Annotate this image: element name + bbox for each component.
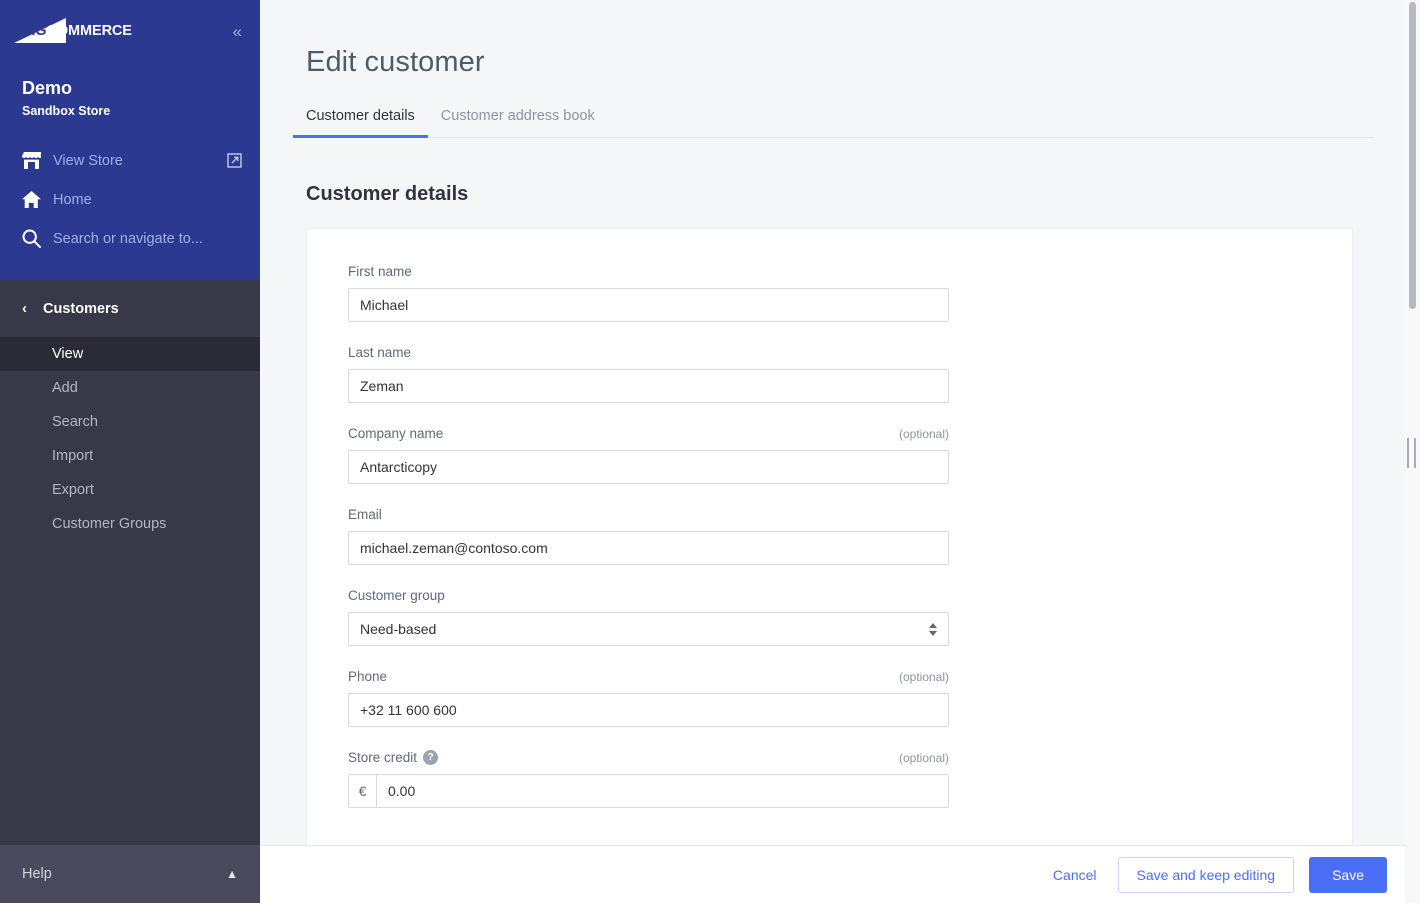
sidebar-item-add[interactable]: Add — [0, 371, 260, 405]
store-name: Demo — [22, 78, 73, 98]
field-last-name: Last name — [348, 345, 1311, 403]
field-company-name: Company name (optional) — [348, 426, 1311, 484]
resize-handle-bar — [1407, 438, 1409, 468]
external-link-icon — [227, 153, 242, 168]
sidebar-item-home[interactable]: Home — [0, 180, 260, 219]
nav-item-label: Search — [52, 414, 98, 430]
save-button[interactable]: Save — [1309, 856, 1387, 893]
optional-tag: (optional) — [898, 669, 949, 684]
field-phone: Phone (optional) — [348, 669, 1311, 727]
main-content: Edit customer Customer details Customer … — [260, 0, 1420, 903]
tab-customer-address-book[interactable]: Customer address book — [428, 108, 608, 138]
action-bar: Cancel Save and keep editing Save — [260, 845, 1420, 903]
store-subtitle: Sandbox Store — [22, 104, 111, 118]
nav-item-label: Export — [52, 482, 94, 498]
home-icon — [22, 190, 46, 210]
save-and-keep-editing-button[interactable]: Save and keep editing — [1117, 856, 1295, 893]
field-label-row: Store credit ? (optional) — [348, 750, 949, 765]
resize-handle-bar — [1414, 438, 1416, 468]
sidebar-item-import[interactable]: Import — [0, 439, 260, 473]
field-label: Last name — [348, 345, 412, 360]
field-label-row: Phone (optional) — [348, 669, 949, 684]
field-label-row: Company name (optional) — [348, 426, 949, 441]
store-credit-group: € — [348, 774, 949, 808]
bigcommerce-logo[interactable]: BIGCOMMERCE — [14, 16, 150, 46]
customer-details-card: First name Last name Company name (optio… — [306, 228, 1353, 846]
sidebar: BIGCOMMERCE « Demo Sandbox Store View St… — [0, 0, 260, 903]
resize-handle[interactable] — [1407, 438, 1416, 468]
field-label-row: Customer group — [348, 588, 949, 603]
cancel-button[interactable]: Cancel — [1047, 857, 1103, 893]
search-icon — [22, 229, 46, 249]
field-store-credit: Store credit ? (optional) € — [348, 750, 1311, 808]
field-label-row: Last name — [348, 345, 949, 360]
page-scrollbar[interactable] — [1405, 0, 1420, 903]
field-label-row: Email — [348, 507, 949, 522]
field-first-name: First name — [348, 264, 1311, 322]
optional-tag: (optional) — [898, 750, 949, 765]
help-bar[interactable]: Help ▲ — [0, 845, 260, 903]
field-label: Company name — [348, 426, 444, 441]
customer-group-select[interactable] — [348, 612, 949, 646]
currency-symbol: € — [348, 774, 376, 808]
field-label: Store credit — [348, 750, 418, 765]
field-label: Email — [348, 507, 382, 522]
field-label-row: First name — [348, 264, 949, 279]
customer-group-select-wrap — [348, 612, 949, 646]
section-title: Customer details — [306, 183, 469, 205]
tab-label: Customer details — [306, 108, 415, 124]
field-email: Email — [348, 507, 1311, 565]
optional-tag: (optional) — [898, 426, 949, 441]
email-field[interactable] — [348, 531, 949, 565]
field-customer-group: Customer group — [348, 588, 1311, 646]
field-label: Customer group — [348, 588, 445, 603]
company-name-input[interactable] — [348, 450, 949, 484]
nav-item-label: View — [52, 346, 84, 362]
sidebar-item-label: Search or navigate to... — [53, 230, 203, 247]
nav-section-title: Customers — [43, 300, 119, 317]
sidebar-item-search-customers[interactable]: Search — [0, 405, 260, 439]
phone-input[interactable] — [348, 693, 949, 727]
tab-customer-details[interactable]: Customer details — [293, 108, 428, 138]
sidebar-item-label: View Store — [53, 152, 123, 169]
chevron-double-left-icon[interactable]: « — [231, 19, 243, 44]
page-title: Edit customer — [306, 46, 485, 78]
sidebar-item-customer-groups[interactable]: Customer Groups — [0, 507, 260, 541]
sidebar-item-view[interactable]: View — [0, 337, 260, 371]
help-question-icon[interactable]: ? — [423, 750, 439, 765]
first-name-input[interactable] — [348, 288, 949, 322]
logo-word-big: BIG — [21, 23, 47, 39]
nav-item-label: Import — [52, 448, 94, 464]
last-name-input[interactable] — [348, 369, 949, 403]
sidebar-nav-panel: ‹ Customers View Add Search Import Expor… — [0, 280, 260, 845]
sidebar-item-search[interactable]: Search or navigate to... — [0, 219, 260, 258]
app-root: BIGCOMMERCE « Demo Sandbox Store View St… — [0, 0, 1420, 903]
logo-word-commerce: COMMERCE — [46, 23, 132, 39]
chevron-left-icon[interactable]: ‹ — [22, 301, 27, 316]
sidebar-header: BIGCOMMERCE « — [0, 0, 260, 62]
nav-section-header-customers[interactable]: ‹ Customers — [0, 280, 260, 337]
chevron-up-icon[interactable]: ▲ — [226, 867, 238, 881]
sidebar-item-label: Home — [53, 191, 92, 208]
store-credit-input[interactable] — [376, 774, 949, 808]
tab-bar: Customer details Customer address book — [293, 107, 1374, 138]
tab-label: Customer address book — [440, 108, 595, 124]
field-label: Phone — [348, 669, 388, 684]
help-label: Help — [22, 866, 52, 882]
storefront-icon — [22, 151, 46, 171]
field-label: First name — [348, 264, 412, 279]
sidebar-item-export[interactable]: Export — [0, 473, 260, 507]
store-info: Demo Sandbox Store — [0, 62, 260, 141]
nav-item-label: Customer Groups — [52, 516, 167, 532]
nav-item-label: Add — [52, 380, 78, 396]
scrollbar-thumb[interactable] — [1409, 2, 1416, 309]
sidebar-item-view-store[interactable]: View Store — [0, 141, 260, 180]
logo-wordmark: BIGCOMMERCE — [21, 23, 132, 39]
